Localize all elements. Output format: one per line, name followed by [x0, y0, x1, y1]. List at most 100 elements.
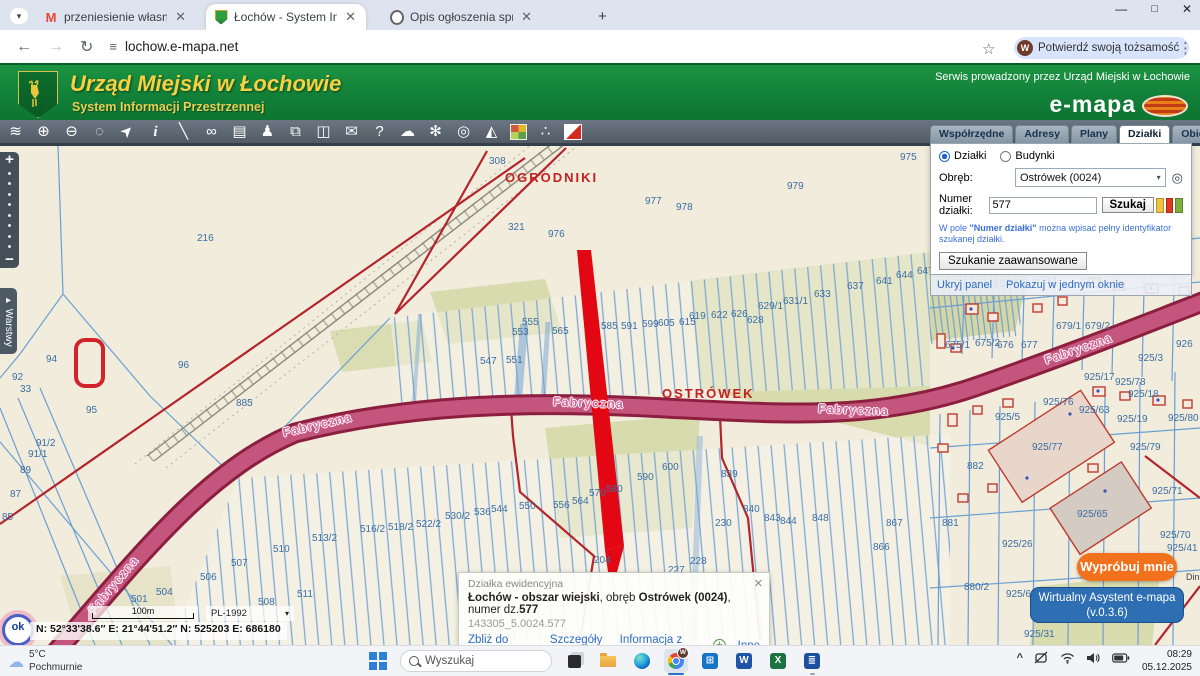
single-window-link[interactable]: Pokazuj w jednym oknie [1006, 279, 1124, 291]
panel-tab-2[interactable]: Adresy [1015, 125, 1069, 143]
virtual-assistant-button[interactable]: Wirtualny Asystent e-mapa (v.0.3.6) [1030, 587, 1184, 623]
settings-icon[interactable]: ✻ [426, 121, 445, 143]
copy-view-icon[interactable]: ⧉ [286, 121, 305, 143]
window-close-button[interactable]: ✕ [1182, 2, 1192, 16]
szukaj-button[interactable]: Szukaj [1102, 197, 1154, 213]
app-icon-blue[interactable]: ≣ [800, 649, 824, 673]
tab-search-icon[interactable]: ▾ [10, 8, 28, 24]
taskbar-search[interactable]: Wyszukaj [400, 650, 552, 672]
weather-desc: Pochmurnie [29, 662, 82, 673]
obreb-select[interactable]: Ostrówek (0024) ▾ [1015, 168, 1166, 187]
hide-panel-link[interactable]: Ukryj panel [937, 279, 992, 291]
search-icon[interactable]: ◎ [1172, 170, 1183, 186]
bookmark-star-icon[interactable]: ☆ [982, 40, 995, 58]
site-settings-icon[interactable]: ≡ [109, 39, 117, 54]
task-view-button[interactable] [562, 649, 586, 673]
radio-budynki[interactable] [1000, 151, 1011, 162]
zoom-out-icon[interactable]: ⊖ [62, 121, 81, 143]
zoom-in-icon[interactable]: ⊕ [34, 121, 53, 143]
tray-expand-icon[interactable]: ^ [1017, 652, 1023, 664]
zoom-out-button[interactable]: − [5, 252, 14, 268]
emapa-logo-icon [1142, 95, 1188, 117]
service-note: Serwis prowadzony przez Urząd Miejski w … [935, 71, 1190, 83]
zoom-slider[interactable] [8, 168, 11, 252]
browser-tab-1[interactable]: M przeniesienie własności - walde ✕ [36, 4, 196, 30]
browser-tab-2-active[interactable]: Łochów - System Informacji Prz ✕ [206, 4, 366, 30]
radio-dzialki[interactable] [939, 151, 950, 162]
crs-selector[interactable]: PL-1992 ▾ [206, 606, 294, 621]
numer-dzialki-label: Numer działki: [939, 193, 985, 217]
browser-tab-3[interactable]: Opis ogłoszenia sprzedaży ✕ [382, 4, 542, 30]
link-icon[interactable]: ∞ [202, 121, 221, 143]
try-me-bubble[interactable]: Wypróbuj mnie [1077, 553, 1177, 581]
excel-icon[interactable]: X [766, 649, 790, 673]
taskbar-search-placeholder: Wyszukaj [425, 655, 474, 667]
weather-temp: 5°C [29, 649, 46, 660]
panel-tab-5[interactable]: Obiekty [1172, 125, 1200, 143]
avatar: W [1017, 40, 1033, 56]
tab-close-icon[interactable]: ✕ [343, 9, 358, 25]
details-link[interactable]: Szczegóły (I) [550, 634, 608, 645]
volume-icon[interactable] [1086, 652, 1101, 664]
url-bar[interactable]: ≡ lochow.e-mapa.net [109, 35, 789, 59]
select-area-icon[interactable]: ◌ [90, 121, 109, 143]
help-icon[interactable]: ? [370, 121, 389, 143]
window-minimize-button[interactable]: — [1115, 2, 1127, 16]
layers-icon[interactable]: ≋ [6, 121, 25, 143]
radio-budynki-label: Budynki [1015, 150, 1054, 162]
browser-menu-icon[interactable]: ⋮ [1178, 39, 1193, 57]
search-tool-icon[interactable]: ◎ [454, 121, 473, 143]
popup-close-icon[interactable]: ✕ [754, 577, 763, 590]
tab-close-icon[interactable]: ✕ [173, 9, 188, 25]
split-view-icon[interactable]: ◫ [314, 121, 333, 143]
measure-icon[interactable]: ╲ [174, 121, 193, 143]
overlay-compare-icon[interactable] [564, 124, 582, 140]
start-button[interactable] [366, 649, 390, 673]
battery-icon[interactable] [1112, 653, 1130, 663]
panel-tab-1[interactable]: Współrzędne [930, 125, 1013, 143]
color-chip-green[interactable] [1175, 198, 1183, 213]
muted-device-icon[interactable] [1034, 651, 1049, 664]
panel-tab-4[interactable]: Działki [1119, 125, 1170, 143]
pointer-icon[interactable]: ➤ [113, 117, 142, 146]
share-icon[interactable]: ∴ [536, 121, 555, 143]
reload-icon[interactable]: ↻ [80, 37, 93, 57]
color-chip-red[interactable] [1166, 198, 1174, 213]
chrome-icon-active[interactable]: W [664, 649, 688, 673]
message-icon[interactable]: ✉ [342, 121, 361, 143]
panel-tab-3[interactable]: Plany [1071, 125, 1117, 143]
plan-info-link[interactable]: Informacja z planu [620, 634, 702, 645]
weather-widget[interactable]: ☁ 5°C Pochmurnie [8, 649, 82, 674]
tab-label: Opis ogłoszenia sprzedaży [410, 10, 513, 24]
word-icon[interactable]: W [732, 649, 756, 673]
file-explorer-icon[interactable] [596, 649, 620, 673]
clock[interactable]: 08:29 05.12.2025 [1142, 648, 1192, 674]
advanced-search-button[interactable]: Szukanie zaawansowane [939, 252, 1087, 270]
window-maximize-button[interactable]: □ [1151, 3, 1158, 15]
zoom-to-object-link[interactable]: Zbliż do obiektu [468, 634, 538, 645]
new-tab-button[interactable]: + [598, 8, 607, 25]
wifi-icon[interactable] [1060, 652, 1075, 664]
chevron-down-icon: ▾ [285, 609, 289, 618]
legend-icon[interactable]: ▦ [510, 124, 527, 140]
cloud-icon[interactable]: ☁ [398, 121, 417, 143]
forward-icon[interactable]: → [48, 38, 64, 56]
microsoft-store-icon[interactable]: ⊞ [698, 649, 722, 673]
streetview-icon[interactable]: ♟ [258, 121, 277, 143]
back-icon[interactable]: ← [16, 38, 32, 56]
parcel-number-input[interactable] [989, 197, 1097, 214]
mirror-icon[interactable]: ◭ [482, 121, 501, 143]
tab-label: przeniesienie własności - walde [64, 10, 167, 24]
color-chip-yellow[interactable] [1156, 198, 1164, 213]
print-icon[interactable]: ▤ [230, 121, 249, 143]
obreb-label: Obręb: [939, 172, 1011, 184]
identity-pill[interactable]: W Potwierdź swoją tożsamość [1014, 37, 1189, 59]
tab-close-icon[interactable]: ✕ [519, 9, 534, 25]
zoom-in-button[interactable]: + [5, 152, 14, 168]
windows-taskbar: ☁ 5°C Pochmurnie Wyszukaj W ⊞ W X ≣ ^ [0, 645, 1200, 676]
popup-parcel-line: Łochów - obszar wiejski, obręb Ostrówek … [468, 592, 760, 616]
edge-icon[interactable] [630, 649, 654, 673]
emapa-logo[interactable]: e-mapa [1049, 91, 1136, 118]
info-icon[interactable]: i [146, 121, 165, 143]
layers-panel-tab[interactable]: ▸ Warstwy [0, 288, 17, 354]
